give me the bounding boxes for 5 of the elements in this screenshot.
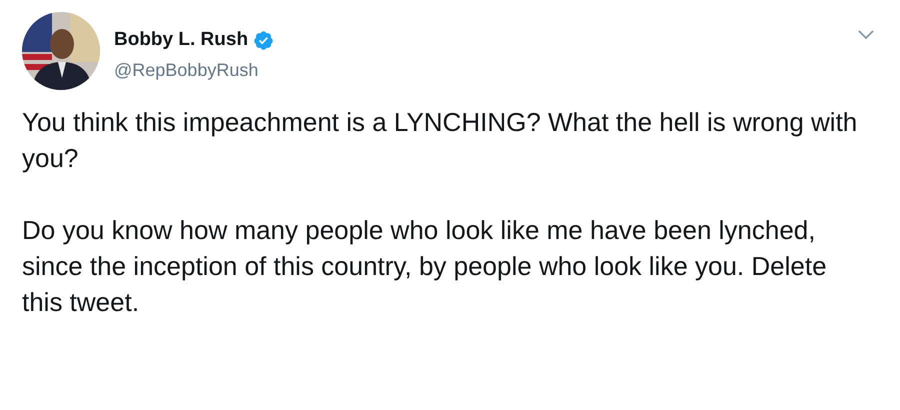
- tweet-text: You think this impeachment is a LYNCHING? What the hell is wrong with you?: [22, 106, 858, 175]
- tweet-text: Do you know how many people who look like me have been lynched, since the inception of this country, by people who look like you. Delete this tweet.: [22, 214, 828, 319]
- author-handle: @RepBobbyRush: [114, 58, 260, 82]
- caret-icon[interactable]: [858, 30, 874, 40]
- author-name: Bobby L. Rush: [114, 28, 248, 52]
